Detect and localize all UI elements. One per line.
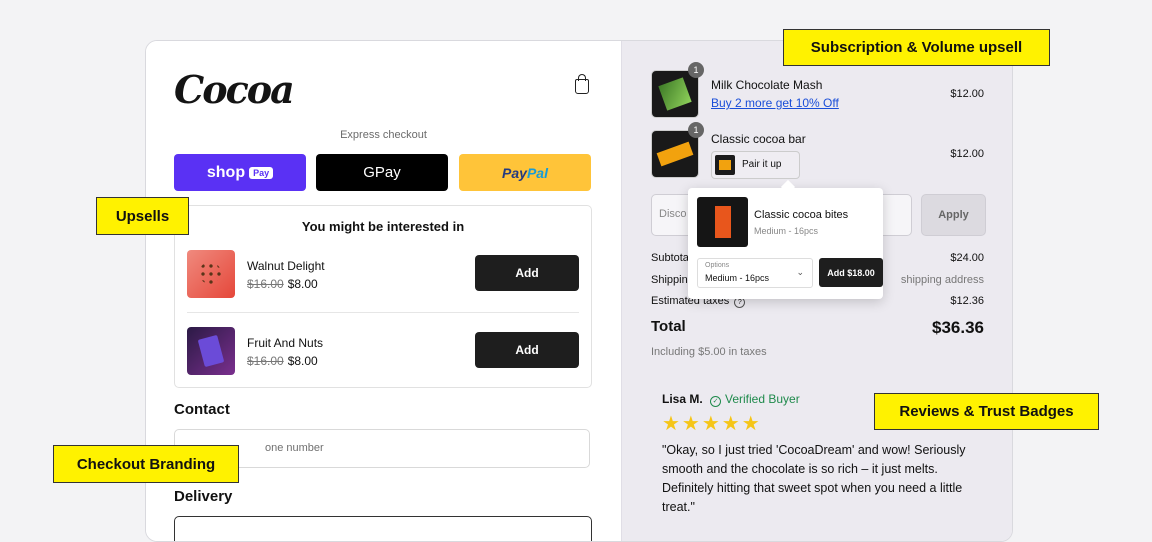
paypal-pay-text: Pay (502, 164, 527, 181)
review-text: "Okay, so I just tried 'CocoaDream' and … (662, 443, 966, 514)
popup-product-name: Classic cocoa bites (754, 209, 849, 221)
subtotal-value: $24.00 (950, 252, 984, 264)
pair-thumbnail (715, 155, 735, 175)
pair-it-up-label: Pair it up (742, 159, 782, 170)
contact-heading: Contact (174, 401, 230, 418)
cocoa-bites-image (697, 197, 748, 247)
google-pay-text: Pay (374, 164, 401, 181)
express-checkout-label: Express checkout (340, 129, 427, 141)
google-pay-button[interactable]: G Pay (316, 154, 448, 191)
popup-add-button[interactable]: Add $18.00 (819, 258, 883, 287)
upsell-item-name: Fruit And Nuts (247, 336, 324, 350)
checkout-card: Cocoa Express checkout shop Pay G Pay Pa… (145, 40, 1013, 542)
shop-pay-button[interactable]: shop Pay (174, 154, 306, 191)
upsell-item: Walnut Delight $16.00 $8.00 Add (187, 250, 579, 300)
total-label: Total (651, 318, 686, 335)
upsell-item-name: Walnut Delight (247, 259, 325, 273)
shopping-bag-icon[interactable] (575, 74, 589, 94)
star-rating: ★★★★★ (662, 413, 762, 435)
brand-logo[interactable]: Cocoa (174, 67, 295, 112)
taxes-value: $12.36 (950, 295, 984, 307)
shipping-label: Shippin (651, 274, 688, 286)
shipping-value: shipping address (900, 274, 984, 286)
sale-price: $8.00 (287, 277, 318, 291)
old-price: $16.00 (247, 277, 284, 291)
verified-badge: ✓ Verified Buyer (710, 392, 800, 407)
options-select[interactable]: Options Medium - 16pcs ⌄ (697, 258, 813, 288)
delivery-heading: Delivery (174, 488, 233, 505)
quantity-badge: 1 (688, 122, 704, 138)
including-taxes: Including $5.00 in taxes (651, 346, 767, 358)
verified-label: Verified Buyer (725, 392, 800, 406)
phone-placeholder: one number (265, 442, 324, 454)
annotation-upsells: Upsells (96, 197, 189, 235)
order-summary: 1 Milk Chocolate Mash Buy 2 more get 10%… (621, 41, 1012, 541)
shop-pay-text: shop (206, 163, 246, 181)
options-value: Medium - 16pcs (705, 273, 770, 283)
fruit-and-nuts-image (187, 327, 235, 375)
apply-button[interactable]: Apply (921, 194, 986, 236)
annotation-branding: Checkout Branding (53, 445, 239, 483)
add-fruit-and-nuts-button[interactable]: Add (475, 332, 579, 368)
upsell-box: You might be interested in Walnut Deligh… (174, 205, 592, 388)
sale-price: $8.00 (287, 354, 318, 368)
shop-pay-pill: Pay (249, 166, 274, 179)
add-walnut-delight-button[interactable]: Add (475, 255, 579, 291)
annotation-reviews: Reviews & Trust Badges (874, 393, 1099, 430)
total-value: $36.36 (932, 318, 984, 337)
paypal-button[interactable]: Pay Pal (459, 154, 591, 191)
annotation-subscription: Subscription & Volume upsell (783, 29, 1050, 66)
cart-item-price: $12.00 (950, 148, 984, 160)
upsell-item: Fruit And Nuts $16.00 $8.00 Add (187, 327, 579, 377)
pair-it-up-button[interactable]: Pair it up (711, 151, 800, 179)
pair-upsell-popup: Classic cocoa bites Medium - 16pcs Optio… (688, 179, 883, 299)
upsell-item-price: $16.00 $8.00 (247, 354, 318, 368)
divider (187, 312, 579, 313)
chevron-down-icon: ⌄ (796, 267, 804, 277)
google-g-icon: G (363, 164, 375, 181)
quantity-badge: 1 (688, 62, 704, 78)
discount-placeholder: Disco (659, 208, 687, 220)
cart-item-name: Classic cocoa bar (711, 132, 806, 146)
reviewer-name: Lisa M. (662, 392, 703, 406)
options-label: Options (705, 262, 730, 269)
popup-arrow (780, 179, 796, 195)
upsell-item-price: $16.00 $8.00 (247, 277, 318, 291)
walnut-delight-image (187, 250, 235, 298)
subtotal-label: Subtota (651, 252, 689, 264)
check-icon: ✓ (710, 396, 721, 407)
old-price: $16.00 (247, 354, 284, 368)
volume-upsell-link[interactable]: Buy 2 more get 10% Off (711, 96, 839, 110)
popup-variant: Medium - 16pcs (754, 226, 819, 236)
cart-item-price: $12.00 (950, 88, 984, 100)
cart-item-name: Milk Chocolate Mash (711, 78, 823, 92)
paypal-pal-text: Pal (526, 164, 548, 181)
upsell-title: You might be interested in (301, 219, 465, 234)
